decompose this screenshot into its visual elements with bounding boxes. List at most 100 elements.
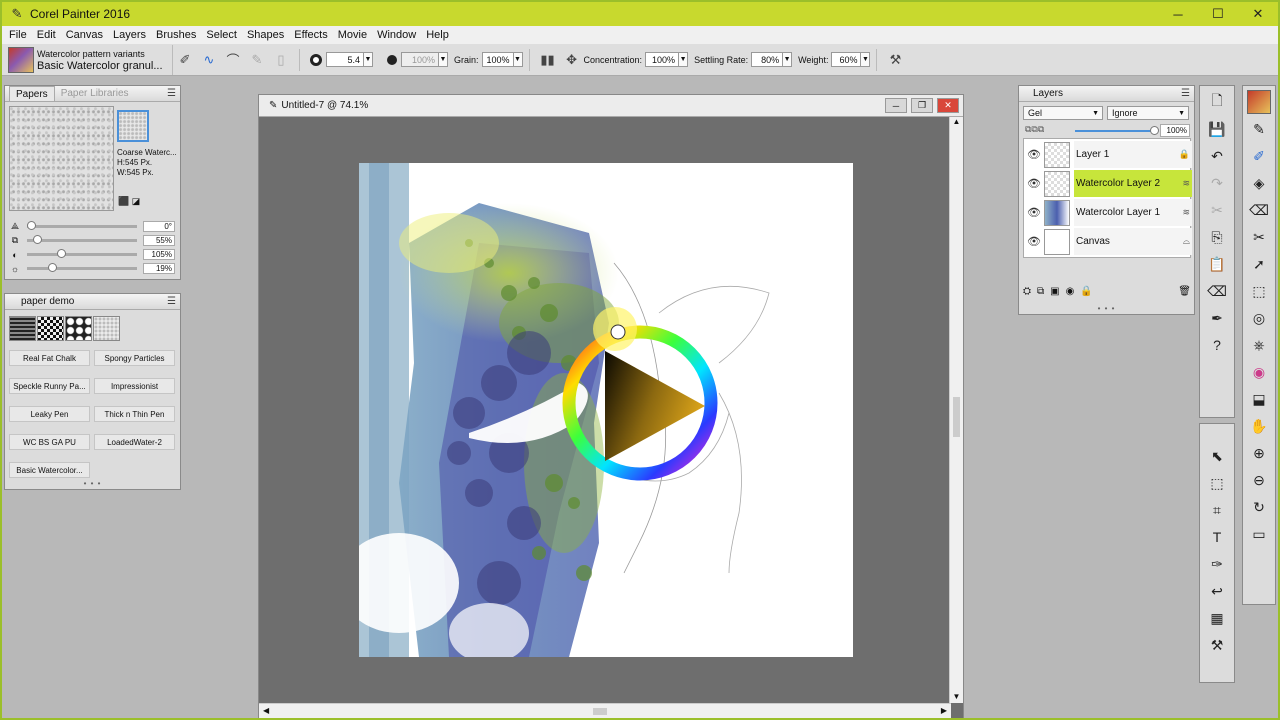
brush-button[interactable]: Speckle Runny Pa... <box>9 378 90 394</box>
layer-mask-icon[interactable]: ◉ <box>1066 286 1075 297</box>
composite-method-select[interactable]: Gel ▼ <box>1023 106 1103 120</box>
scroll-thumb[interactable] <box>953 397 960 437</box>
menu-file[interactable]: File <box>4 29 32 41</box>
cut-icon[interactable]: ✂ <box>1205 198 1229 222</box>
size-dropdown-icon[interactable]: ▼ <box>364 52 373 67</box>
straight-line-icon[interactable]: ⌒ <box>223 50 243 70</box>
drawing-canvas[interactable] <box>359 163 853 657</box>
freehand-stroke-icon[interactable]: ∿ <box>199 50 219 70</box>
invert-paper-icon[interactable]: ⬛ <box>118 196 129 206</box>
doc-restore-button[interactable]: ❐ <box>911 98 933 113</box>
color-icon[interactable]: ◉ <box>1247 360 1271 384</box>
visibility-eye-icon[interactable]: 👁 <box>1024 206 1044 219</box>
brush-button[interactable]: Leaky Pen <box>9 406 90 422</box>
layer-opacity-value[interactable]: 100% <box>1160 124 1190 137</box>
save-icon[interactable]: 💾 <box>1205 117 1229 141</box>
undo-icon[interactable]: ↶ <box>1205 144 1229 168</box>
layer-adjuster-icon[interactable]: ➚ <box>1247 252 1271 276</box>
brightness-value[interactable]: 19% <box>143 263 175 274</box>
brightness-slider-knob[interactable] <box>47 263 57 272</box>
eraser-mode-icon[interactable]: ▯ <box>271 50 291 70</box>
paper-swatch[interactable] <box>65 316 92 341</box>
delete-layer-icon[interactable]: 🗑 <box>1178 286 1191 297</box>
text-icon[interactable]: T <box>1205 525 1229 549</box>
opacity-dropdown-icon[interactable]: ▼ <box>439 52 448 67</box>
menu-select[interactable]: Select <box>201 29 242 41</box>
pattern-icon[interactable]: ⚒ <box>1205 633 1229 657</box>
transform-tool-icon[interactable]: ⬚ <box>1247 279 1271 303</box>
resize-grip-icon[interactable]: • • • <box>1098 304 1116 313</box>
blender-icon[interactable]: ✂ <box>1247 225 1271 249</box>
close-button[interactable]: ✕ <box>1238 2 1278 26</box>
layer-opacity-slider[interactable] <box>1075 126 1159 135</box>
layer-row[interactable]: 👁 Watercolor Layer 1 ≋ <box>1024 198 1192 227</box>
resize-grip-icon[interactable]: • • • <box>84 479 102 488</box>
rect-select-icon[interactable]: ⬚ <box>1205 471 1229 495</box>
scale-value[interactable]: 55% <box>143 235 175 246</box>
scroll-left-icon[interactable]: ◀ <box>263 706 269 715</box>
angle-slider-knob[interactable] <box>27 221 36 230</box>
brush-options-icon[interactable]: ⚒ <box>885 50 905 70</box>
brush-button[interactable]: Real Fat Chalk <box>9 350 90 366</box>
menu-layers[interactable]: Layers <box>108 29 151 41</box>
scroll-up-icon[interactable]: ▲ <box>950 117 963 126</box>
redo-icon[interactable]: ↷ <box>1205 171 1229 195</box>
paper-swatch[interactable] <box>9 316 36 341</box>
visibility-eye-icon[interactable]: 👁 <box>1024 148 1044 161</box>
menu-effects[interactable]: Effects <box>289 29 332 41</box>
vertical-scrollbar[interactable]: ▲ ▼ <box>949 117 963 703</box>
menu-help[interactable]: Help <box>421 29 454 41</box>
contrast-value[interactable]: 105% <box>143 249 175 260</box>
transform-icon[interactable]: ⬉ <box>1205 444 1229 468</box>
paint-bucket-icon[interactable]: ◈ <box>1247 171 1271 195</box>
angle-slider[interactable] <box>27 221 137 230</box>
settling-field[interactable]: 80% <box>751 52 784 67</box>
layer-row[interactable]: 👁 Watercolor Layer 2 ≋ <box>1024 169 1192 198</box>
scale-slider-knob[interactable] <box>32 235 42 244</box>
preserve-select[interactable]: Ignore ▼ <box>1107 106 1189 120</box>
menu-canvas[interactable]: Canvas <box>61 29 108 41</box>
grain-dropdown-icon[interactable]: ▼ <box>513 52 523 67</box>
panel-menu-icon[interactable]: ☰ <box>167 296 176 307</box>
grain-field[interactable]: 100% <box>481 52 514 67</box>
brush-variant-selector[interactable]: Watercolor pattern variants Basic Waterc… <box>8 44 173 75</box>
menu-brushes[interactable]: Brushes <box>151 29 201 41</box>
new-group-icon[interactable]: ⧉ <box>1037 286 1044 297</box>
settling-dropdown-icon[interactable]: ▼ <box>783 52 793 67</box>
brush-ghost-icon[interactable]: ✎ <box>247 50 267 70</box>
brush-button[interactable]: Spongy Particles <box>94 350 175 366</box>
layer-row[interactable]: 👁 Layer 1 🔒 <box>1024 140 1192 169</box>
visibility-eye-icon[interactable]: 👁 <box>1024 235 1044 248</box>
new-document-icon[interactable]: 🗋 <box>1205 90 1229 114</box>
zoom-in-icon[interactable]: ⊕ <box>1247 441 1271 465</box>
brush-selector-icon[interactable] <box>1247 90 1271 114</box>
eraser-icon[interactable]: ⌫ <box>1247 198 1271 222</box>
minimize-button[interactable]: ─ <box>1158 2 1198 26</box>
dropper-icon[interactable]: ✐ <box>1247 144 1271 168</box>
paper-swatch[interactable] <box>93 316 120 341</box>
weight-field[interactable]: 60% <box>831 52 862 67</box>
maximize-button[interactable]: ☐ <box>1198 2 1238 26</box>
brush-settings-icon[interactable]: ✒ <box>1205 306 1229 330</box>
brush-button[interactable]: WC BS GA PU <box>9 434 90 450</box>
paste-icon[interactable]: 📋 <box>1205 252 1229 276</box>
weight-dropdown-icon[interactable]: ▼ <box>861 52 871 67</box>
dry-settings-icon[interactable]: ✥ <box>562 50 582 70</box>
rotate-page-icon[interactable]: ↻ <box>1247 495 1271 519</box>
scroll-down-icon[interactable]: ▼ <box>950 692 963 701</box>
screen-mode-icon[interactable]: ▭ <box>1247 522 1271 546</box>
paper-swatch-selected[interactable] <box>117 110 149 142</box>
contrast-slider[interactable] <box>27 249 137 258</box>
doc-minimize-button[interactable]: ─ <box>885 98 907 113</box>
pen-icon[interactable]: ✑ <box>1205 552 1229 576</box>
clear-icon[interactable]: ⌫ <box>1205 279 1229 303</box>
layer-row[interactable]: 👁 Canvas ⌓ <box>1024 227 1192 256</box>
lock-icon[interactable]: 🔒 <box>1179 149 1190 160</box>
opacity-field[interactable]: 100% <box>401 52 439 67</box>
horizontal-scrollbar[interactable]: ◀ ▶ <box>259 703 951 718</box>
color-swatch-icon[interactable]: ⬓ <box>1247 387 1271 411</box>
panel-menu-icon[interactable]: ☰ <box>167 88 176 99</box>
tab-papers[interactable]: Papers <box>9 86 55 101</box>
brush-tool-icon[interactable]: ✎ <box>1247 117 1271 141</box>
wet-toggle-icon[interactable]: ▮▮ <box>538 50 558 70</box>
